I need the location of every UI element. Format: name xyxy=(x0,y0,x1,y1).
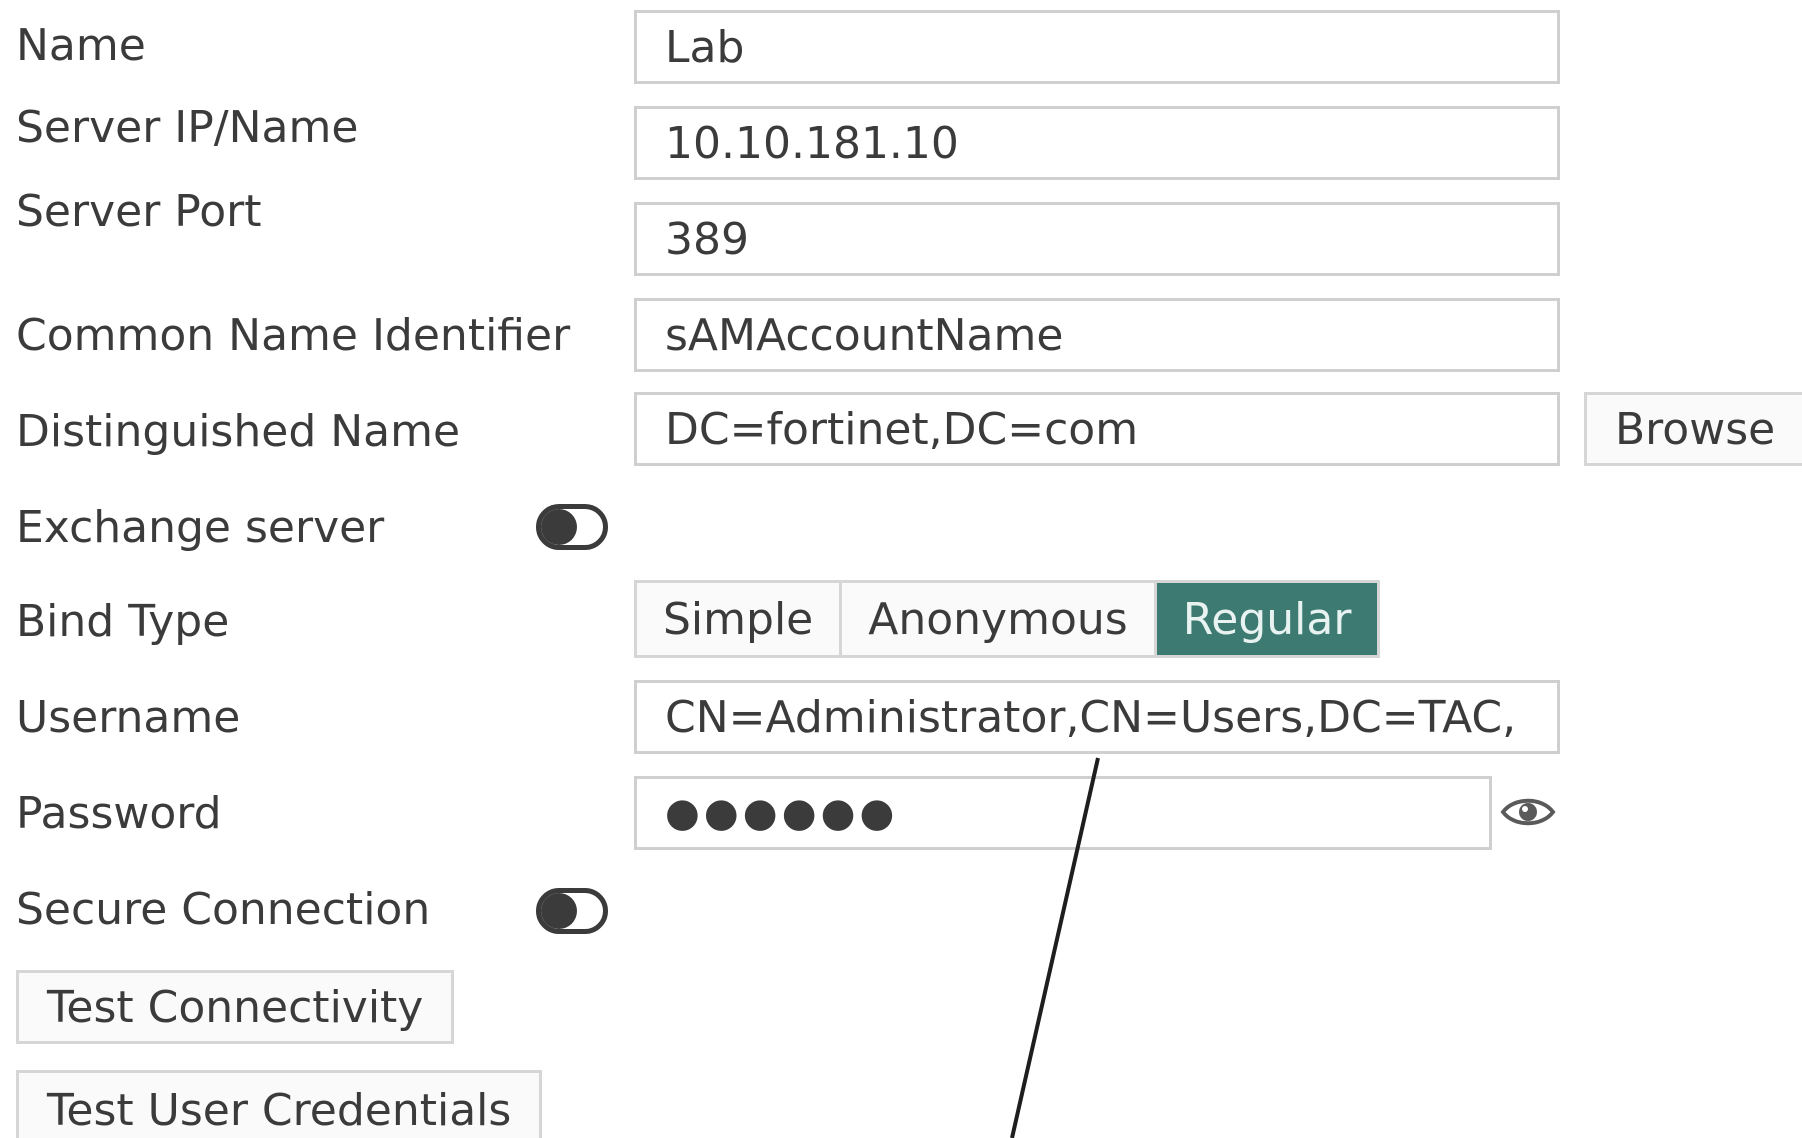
toggle-knob xyxy=(541,509,577,545)
common-name-identifier-input[interactable]: sAMAccountName xyxy=(634,298,1560,372)
toggle-knob xyxy=(541,893,577,929)
common-name-identifier-value: sAMAccountName xyxy=(665,309,1064,361)
secure-connection-label: Secure Connection xyxy=(16,884,431,935)
password-label: Password xyxy=(16,788,222,839)
exchange-server-label: Exchange server xyxy=(16,502,385,553)
bind-type-anonymous[interactable]: Anonymous xyxy=(842,583,1157,655)
bind-type-simple[interactable]: Simple xyxy=(637,583,843,655)
test-connectivity-label: Test Connectivity xyxy=(47,981,424,1033)
bind-type-selector: Simple Anonymous Regular xyxy=(634,580,1381,658)
server-ip-input-value: 10.10.181.10 xyxy=(665,117,959,169)
password-input-value: ●●●●●● xyxy=(665,790,899,836)
common-name-identifier-label: Common Name Identifier xyxy=(16,310,571,361)
username-input-value: CN=Administrator,CN=Users,DC=TAC, xyxy=(665,691,1517,743)
browse-button-label: Browse xyxy=(1615,403,1776,455)
test-user-credentials-button[interactable]: Test User Credentials xyxy=(16,1070,543,1138)
username-input[interactable]: CN=Administrator,CN=Users,DC=TAC, xyxy=(634,680,1560,754)
password-input[interactable]: ●●●●●● xyxy=(634,776,1492,850)
distinguished-name-value: DC=fortinet,DC=com xyxy=(665,403,1139,455)
bind-type-label: Bind Type xyxy=(16,596,230,647)
distinguished-name-label: Distinguished Name xyxy=(16,406,461,457)
distinguished-name-input[interactable]: DC=fortinet,DC=com xyxy=(634,392,1560,466)
bind-type-regular[interactable]: Regular xyxy=(1156,583,1378,655)
test-user-credentials-label: Test User Credentials xyxy=(47,1085,512,1136)
name-input[interactable]: Lab xyxy=(634,10,1560,84)
server-ip-input[interactable]: 10.10.181.10 xyxy=(634,106,1560,180)
name-input-value: Lab xyxy=(665,21,745,73)
server-ip-label: Server IP/Name xyxy=(16,102,359,153)
server-port-input-value: 389 xyxy=(665,213,749,265)
secure-connection-toggle[interactable] xyxy=(536,888,608,934)
name-label: Name xyxy=(16,20,146,71)
browse-button[interactable]: Browse xyxy=(1584,392,1802,466)
exchange-server-toggle[interactable] xyxy=(536,504,608,550)
server-port-label: Server Port xyxy=(16,186,262,237)
test-connectivity-button[interactable]: Test Connectivity xyxy=(16,970,455,1044)
server-port-input[interactable]: 389 xyxy=(634,202,1560,276)
eye-icon[interactable] xyxy=(1500,792,1556,832)
username-label: Username xyxy=(16,692,241,743)
